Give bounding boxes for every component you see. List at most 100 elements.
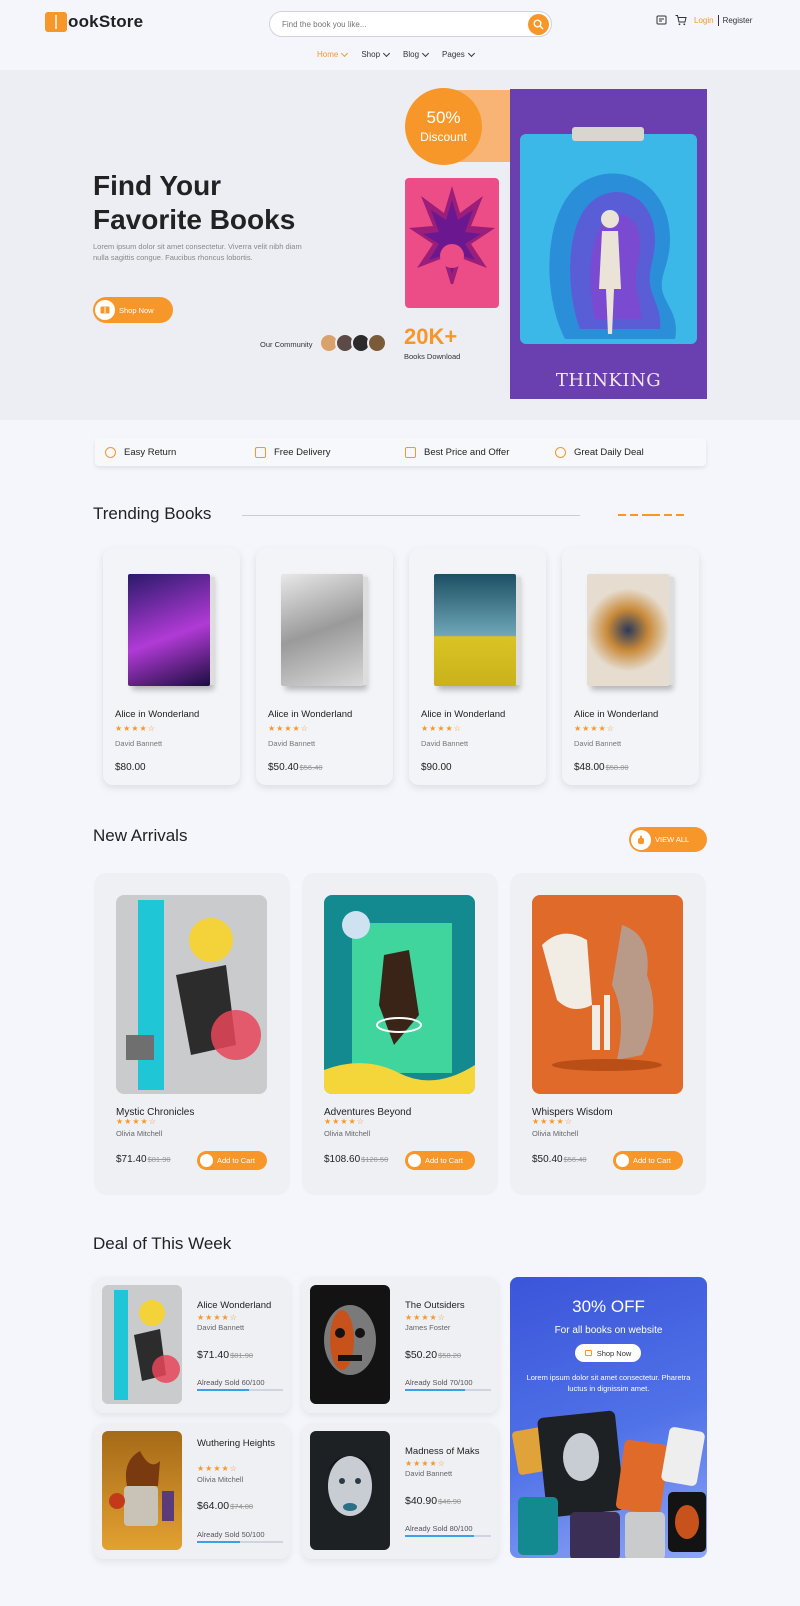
new-arrival-card[interactable]: Adventures Beyond ★★★★☆ Olivia Mitchell … [302,873,498,1195]
book-author: Olivia Mitchell [324,1129,371,1138]
logo-text: ookStore [68,12,144,31]
book-price: $90.00 [421,762,452,773]
book-author: David Bannett [197,1323,245,1332]
carousel-dot[interactable] [664,514,672,516]
trending-book-card[interactable]: Alice in Wonderland ★★★★☆ David Bannett … [103,548,240,785]
return-icon [105,446,116,458]
book-icon [95,300,115,320]
section-divider [242,515,580,516]
add-to-cart-button[interactable]: Add to Cart [405,1151,475,1170]
hero-description: Lorem ipsum dolor sit amet consectetur. … [93,242,302,262]
deal-of-week-title: Deal of This Week [93,1234,232,1253]
carousel-dot[interactable] [676,514,684,516]
new-arrival-card[interactable]: Mystic Chronicles ★★★★☆ Olivia Mitchell … [94,873,290,1195]
rating-stars: ★★★★☆ [268,724,309,733]
carousel-indicators[interactable] [618,514,688,516]
view-all-button[interactable]: VIEW ALL [629,827,707,852]
discount-badge: 50% Discount [405,88,482,165]
downloads-count: 20K+ [404,324,458,349]
search-input[interactable] [282,17,512,32]
book-cover [128,574,215,686]
compare-icon[interactable] [656,14,668,26]
book-price: $71.40$81.90 [116,1154,171,1165]
register-link[interactable]: Register [723,16,753,25]
rating-stars: ★★★★☆ [574,724,615,733]
login-link[interactable]: Login [694,16,714,25]
book-cover [310,1285,390,1404]
book-price: $64.00$74.00 [197,1500,254,1512]
sold-progress-fill [405,1389,466,1391]
chevron-down-icon [422,49,430,57]
cart-icon [616,1154,629,1167]
sold-count: Already Sold 70/100 [405,1378,473,1387]
nav-home[interactable]: Home [317,49,349,59]
book-cover [102,1431,182,1550]
cart-icon [200,1154,213,1167]
hero-shop-now-button[interactable]: Shop Now [93,297,173,323]
new-arrival-card[interactable]: Whispers Wisdom ★★★★☆ Olivia Mitchell $5… [510,873,706,1195]
trending-title: Trending Books [93,504,212,523]
logo[interactable]: ookStore [45,11,143,33]
nav-pages[interactable]: Pages [442,49,475,59]
trending-book-card[interactable]: Alice in Wonderland ★★★★☆ David Bannett … [409,548,546,785]
sold-progress-fill [405,1535,474,1537]
book-cover [281,574,368,686]
search-icon [533,19,544,30]
hero-book-title: THINKING [555,370,662,391]
deal-card[interactable]: Wuthering Heights ★★★★☆ Olivia Mitchell … [94,1423,290,1559]
sold-progress-fill [197,1541,240,1543]
auth-links: Login Register [694,15,752,26]
add-to-cart-button[interactable]: Add to Cart [613,1151,683,1170]
community-avatars [319,333,387,353]
downloads-label: Books Download [404,352,461,361]
rating-stars: ★★★★☆ [115,724,156,733]
nav-blog[interactable]: Blog [403,49,430,59]
tag-icon [405,446,416,458]
new-arrivals-title: New Arrivals [93,826,188,845]
add-to-cart-button[interactable]: Add to Cart [197,1151,267,1170]
book-price: $48.00$58.00 [574,762,629,773]
chevron-down-icon [382,49,391,57]
book-author: James Foster [405,1323,451,1332]
book-cover [102,1285,182,1404]
book-price: $40.90$46.90 [405,1495,462,1507]
deal-card[interactable]: Alice Wonderland ★★★★☆ David Bannett $71… [94,1277,290,1413]
trending-book-card[interactable]: Alice in Wonderland ★★★★☆ David Bannett … [256,548,393,785]
cart-icon[interactable] [675,14,687,26]
carousel-dot[interactable] [618,514,626,516]
book-title: The Outsiders [405,1300,465,1311]
book-author: David Bannett [574,739,622,748]
book-author: David Bannett [405,1469,453,1478]
book-author: David Bannett [268,739,316,748]
book-author: David Bannett [421,739,469,748]
book-price: $71.40$81.90 [197,1349,254,1361]
deal-card[interactable]: Madness of Maks ★★★★☆ David Bannett $40.… [302,1423,498,1559]
book-author: David Bannett [115,739,163,748]
feature-free-delivery: Free Delivery [245,446,395,458]
rating-stars: ★★★★☆ [421,724,462,733]
book-price: $50.40$56.40 [532,1154,587,1165]
carousel-dot[interactable] [630,514,638,516]
search-button[interactable] [528,14,549,35]
trending-book-card[interactable]: Alice in Wonderland ★★★★☆ David Bannett … [562,548,699,785]
hero-book-cover-large: THINKING [510,89,707,399]
chevron-down-icon [341,49,349,57]
book-cover [434,574,521,686]
main-nav: Home Shop Blog Pages [317,49,488,59]
sold-count: Already Sold 60/100 [197,1378,265,1387]
auth-divider [717,15,719,26]
carousel-dot-active[interactable] [642,514,660,516]
book-price: $80.00 [115,762,146,773]
book-cover [116,895,267,1094]
hero-book-cover-small [405,178,499,308]
book-price: $108.60$120.50 [324,1154,389,1165]
sold-progress-bar [197,1541,283,1543]
book-author: Olivia Mitchell [116,1129,163,1138]
nav-shop[interactable]: Shop [361,49,391,59]
rating-stars: ★★★★☆ [405,1313,446,1322]
deal-card[interactable]: The Outsiders ★★★★☆ James Foster $50.20$… [302,1277,498,1413]
book-title: Alice in Wonderland [421,709,506,720]
promo-book-collage [512,1410,706,1558]
sold-count: Already Sold 50/100 [197,1530,265,1539]
site-header: ookStore Login Register Home Shop Blog P… [0,0,800,70]
